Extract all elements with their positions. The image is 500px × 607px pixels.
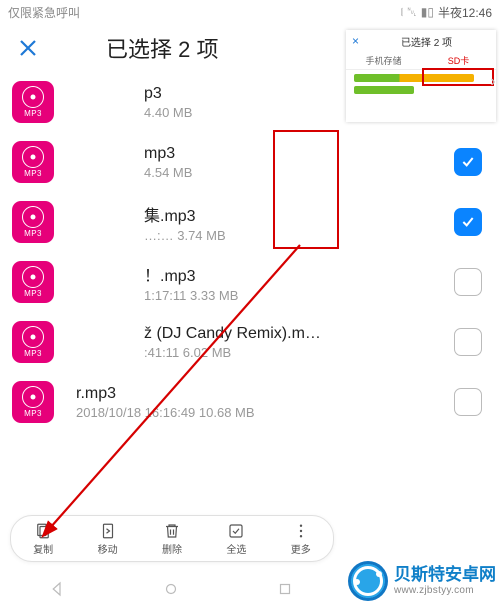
dnd-icon: ␀ [407,5,417,20]
checkbox[interactable] [454,388,482,416]
inset-preview: × 已选择 2 项 手机存储 SD卡 [346,30,496,122]
checkbox-checked[interactable] [454,148,482,176]
more-button[interactable]: 更多 [291,522,311,556]
file-meta: 4.54 MB [144,165,454,180]
copy-icon [34,522,52,540]
mp3-icon: MP3 [12,141,54,183]
file-meta: 1:17:11 3.33 MB [144,288,454,303]
wifi-icon: ⧙ [401,5,404,20]
inset-close-icon: × [352,34,359,48]
logo-url: www.zjbstyy.com [394,585,496,596]
file-meta: 2018/10/18 16:16:49 10.68 MB [76,405,454,420]
file-list: MP3 p34.40 MB MP3 mp34.54 MB MP3 集.mp3…:… [0,72,500,432]
annotation-box [422,68,494,86]
copy-button[interactable]: 复制 [33,522,53,556]
status-bar: 仅限紧急呼叫 ⧙ ␀ ▮▯ 半夜12:46 [0,0,500,24]
move-button[interactable]: 移动 [98,522,118,556]
watermark-logo: 贝斯特安卓网 www.zjbstyy.com [348,561,496,601]
recent-icon[interactable] [276,580,294,603]
mp3-icon: MP3 [12,201,54,243]
close-button[interactable] [10,30,46,66]
file-name: ！.mp3 [144,262,454,286]
file-name: ž (DJ Candy Remix).m… [144,325,454,343]
list-item[interactable]: MP3 r.mp3 2018/10/18 16:16:49 10.68 MB [0,372,500,432]
select-all-button[interactable]: 全选 [226,522,246,556]
list-item[interactable]: MP3 mp3 4.54 MB [0,132,500,192]
file-name: mp3 [144,145,454,163]
file-meta: …:… 3.74 MB [144,228,454,243]
mp3-icon: MP3 [12,381,54,423]
file-name: r.mp3 [76,385,454,403]
mp3-icon: MP3 [12,261,54,303]
inset-tab-phone: 手机存储 [346,52,421,70]
chevron-right-icon[interactable]: › [486,70,500,94]
mp3-icon: MP3 [12,321,54,363]
more-icon [292,522,310,540]
mp3-icon: MP3 [12,81,54,123]
checkbox[interactable] [454,328,482,356]
delete-button[interactable]: 删除 [162,522,182,556]
back-icon[interactable] [48,580,66,603]
inset-storage-bar [354,86,414,94]
list-item[interactable]: MP3 集.mp3 …:… 3.74 MB [0,192,500,252]
inset-title: 已选择 2 项 [363,34,490,49]
checkbox-checked[interactable] [454,208,482,236]
file-name: 集.mp3 [144,202,454,226]
logo-icon [348,561,388,601]
status-time: 半夜12:46 [438,4,492,21]
trash-icon [163,522,181,540]
battery-icon: ▮▯ [421,5,434,19]
android-nav [0,575,342,607]
list-item[interactable]: MP3 ！.mp3 1:17:11 3.33 MB [0,252,500,312]
status-network: 仅限紧急呼叫 [8,4,80,21]
action-bar: 复制 移动 删除 全选 更多 [10,515,334,562]
list-item[interactable]: MP3 ž (DJ Candy Remix).m… :41:11 6.02 MB [0,312,500,372]
home-icon[interactable] [162,580,180,603]
logo-title: 贝斯特安卓网 [394,566,496,585]
checkbox[interactable] [454,268,482,296]
file-meta: :41:11 6.02 MB [144,345,454,360]
move-icon [99,522,117,540]
select-all-icon [227,522,245,540]
